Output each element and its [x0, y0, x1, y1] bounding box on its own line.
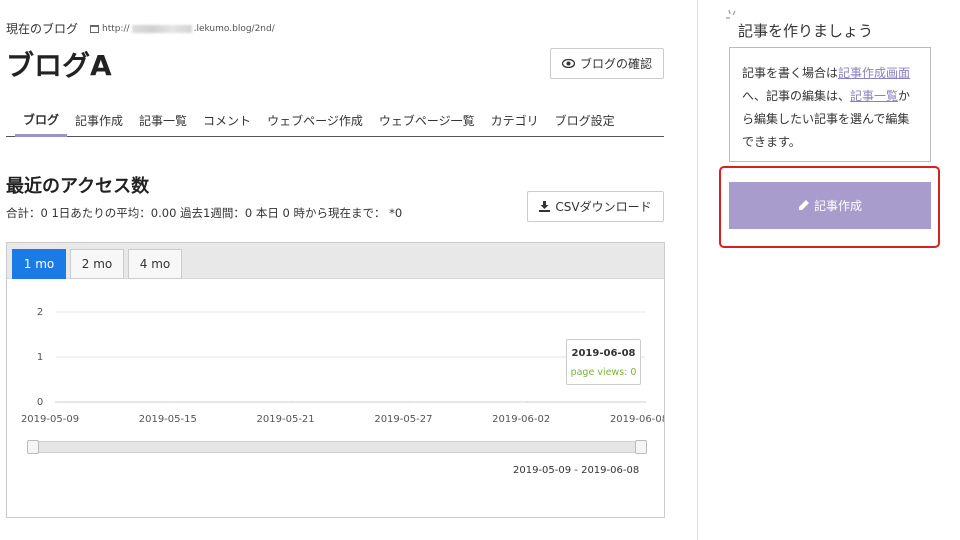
tab-5[interactable]: ウェブページ一覧: [371, 104, 483, 136]
access-heading: 最近のアクセス数: [6, 176, 150, 197]
csv-download-button[interactable]: CSVダウンロード: [527, 191, 664, 222]
y-tick-label: 1: [37, 352, 43, 363]
range-1mo-button[interactable]: 1 mo: [12, 249, 66, 279]
y-tick-label: 0: [37, 397, 43, 408]
slider-start-handle[interactable]: [27, 440, 39, 454]
y-tick-label: 2: [37, 307, 43, 318]
blog-nav-tabs: ブログ 記事作成 記事一覧 コメント ウェブページ作成 ウェブページ一覧 カテゴリ ブログ設定: [6, 104, 664, 137]
tab-4[interactable]: ウェブページ作成: [259, 104, 371, 136]
sidebar-info-box: 記事を書く場合は記事作成画面へ、記事の編集は、記事一覧から編集したい記事を選んで…: [729, 47, 931, 162]
date-range-slider[interactable]: [27, 440, 647, 454]
url-suffix: .lekumo.blog/2nd/: [193, 23, 275, 34]
tooltip-date: 2019-06-08: [571, 348, 636, 359]
download-icon: [539, 201, 551, 212]
x-tick-label: 2019-06-02: [492, 414, 550, 425]
tab-7[interactable]: ブログ設定: [547, 104, 623, 136]
data-point: [526, 401, 528, 403]
tab-1[interactable]: 記事作成: [67, 104, 131, 136]
sidebar-heading: 記事を作りましょう: [738, 22, 874, 40]
view-blog-button[interactable]: ブログの確認: [550, 48, 664, 79]
create-article-link[interactable]: 記事作成画面: [838, 66, 910, 80]
info-text-1: 記事を書く場合は: [742, 66, 839, 80]
tooltip-views: page views: 0: [570, 367, 637, 378]
data-point: [173, 401, 175, 403]
view-blog-label: ブログの確認: [579, 57, 652, 71]
data-point: [408, 401, 411, 403]
tab-0[interactable]: ブログ: [15, 104, 68, 137]
tab-3[interactable]: コメント: [195, 104, 259, 136]
highlight-annotation: [719, 166, 940, 248]
range-4mo-button[interactable]: 4 mo: [128, 249, 182, 279]
access-stats: 合計：0 1日あたりの平均：0.00 過去1週間：0 本日 0 時から現在まで：…: [6, 206, 403, 220]
x-tick-label: 2019-05-15: [139, 414, 197, 425]
article-list-link[interactable]: 記事一覧: [850, 89, 898, 103]
blog-url[interactable]: http:// .lekumo.blog/2nd/: [90, 24, 275, 34]
x-tick-label: 2019-05-27: [374, 414, 432, 425]
data-point: [290, 401, 293, 403]
range-2mo-button[interactable]: 2 mo: [70, 249, 124, 279]
range-selector: 1 mo 2 mo 4 mo: [7, 243, 664, 279]
x-tick-label: 2019-06-08: [610, 414, 664, 425]
data-point: [55, 401, 57, 403]
csv-download-label: CSVダウンロード: [555, 200, 652, 214]
window-icon: [90, 24, 100, 33]
main-content: 現在のブログ http:// .lekumo.blog/2nd/ ブログA ブロ…: [0, 0, 697, 540]
slider-end-handle[interactable]: [635, 440, 647, 454]
eye-icon: [561, 59, 575, 68]
x-tick-label: 2019-05-21: [257, 414, 315, 425]
info-text-2: へ、記事の編集は、: [742, 89, 851, 103]
chart-tooltip: 2019-06-08 page views: 0: [566, 339, 641, 385]
current-blog-row: 現在のブログ http:// .lekumo.blog/2nd/: [6, 20, 275, 37]
date-range-label: 2019-05-09 - 2019-06-08: [513, 465, 640, 476]
data-point: [644, 401, 646, 403]
url-redacted: [131, 24, 192, 33]
tab-2[interactable]: 記事一覧: [131, 104, 195, 136]
x-tick-label: 2019-05-09: [21, 414, 79, 425]
current-blog-label: 現在のブログ: [6, 22, 79, 36]
blog-title: ブログA: [6, 49, 112, 82]
tab-6[interactable]: カテゴリ: [483, 104, 547, 136]
url-prefix: http://: [102, 23, 130, 34]
